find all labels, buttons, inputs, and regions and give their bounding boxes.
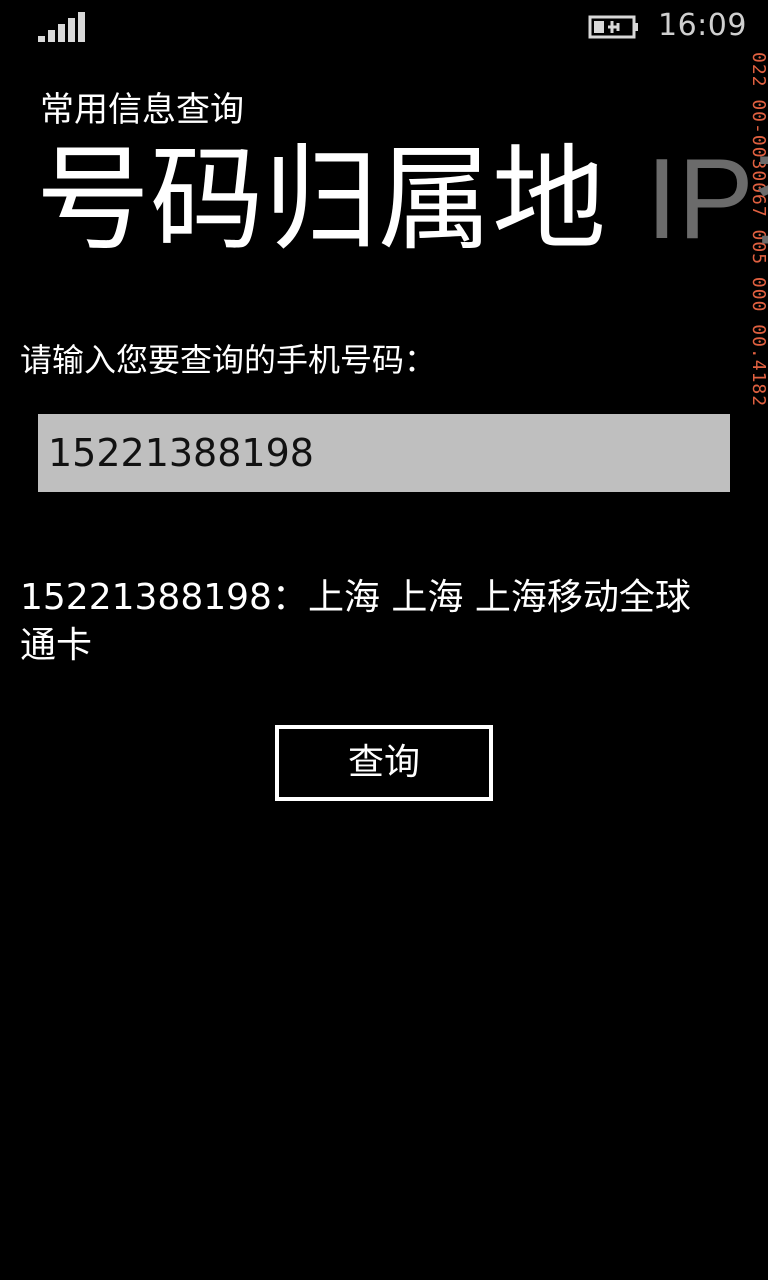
phone-number-input[interactable] bbox=[38, 414, 730, 492]
pivot-headers: 号码归属地 IP查询 bbox=[36, 130, 768, 270]
app-title: 常用信息查询 bbox=[40, 90, 244, 130]
signal-bars-icon bbox=[38, 12, 85, 42]
lookup-result-text: 15221388198：上海 上海 上海移动全球通卡 bbox=[20, 577, 691, 666]
pivot-tab-ip-query[interactable]: IP查询 bbox=[646, 130, 768, 270]
query-button[interactable]: 查询 bbox=[275, 725, 493, 801]
status-clock: 16:09 bbox=[658, 8, 747, 43]
status-bar: 16:09 bbox=[0, 0, 768, 52]
pivot-tab-phone-location[interactable]: 号码归属地 bbox=[36, 130, 606, 270]
battery-charging-icon bbox=[588, 15, 638, 39]
phone-prompt-label: 请输入您要查询的手机号码： bbox=[20, 341, 437, 379]
